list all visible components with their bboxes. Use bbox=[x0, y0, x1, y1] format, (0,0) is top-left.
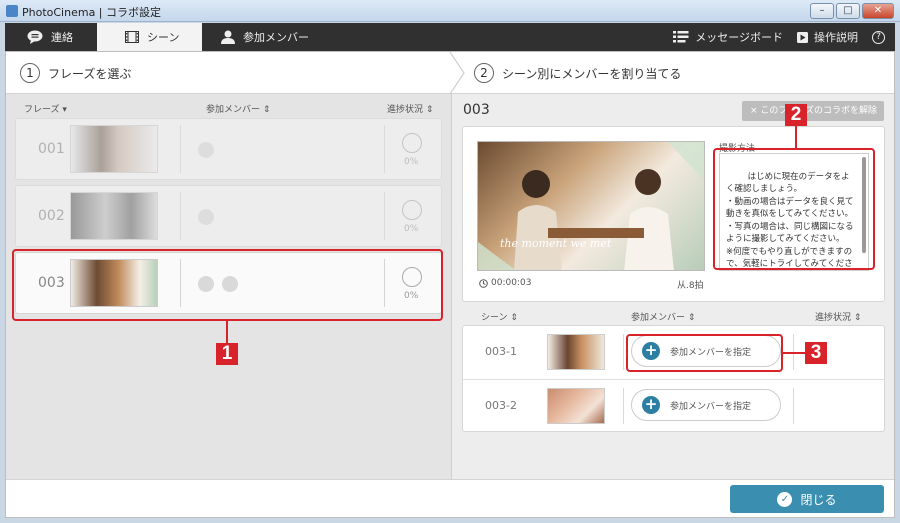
person-icon bbox=[221, 30, 235, 44]
phrase-column-header[interactable]: フレーズ ▾ bbox=[24, 102, 67, 115]
step-1-number: 1 bbox=[20, 63, 40, 83]
annotation-callout-3: 3 bbox=[805, 342, 827, 364]
step-1: 1 フレーズを選ぶ bbox=[20, 63, 131, 83]
members-column-header[interactable]: 参加メンバー ⇕ bbox=[206, 102, 270, 115]
play-icon bbox=[797, 31, 808, 43]
phrase-thumbnail bbox=[70, 125, 158, 173]
step-divider-chevron bbox=[449, 52, 465, 94]
row-divider bbox=[180, 125, 181, 173]
annotation-line-1 bbox=[226, 321, 228, 343]
progress-percent: 0% bbox=[404, 224, 419, 234]
window-title: PhotoCinema | コラボ設定 bbox=[22, 6, 162, 19]
tab-scene-label: シーン bbox=[147, 31, 180, 44]
assign-member-button[interactable]: + 参加メンバーを指定 bbox=[631, 389, 781, 421]
close-button-label: 閉じる bbox=[800, 492, 837, 507]
annotation-box-1 bbox=[12, 249, 443, 321]
row-divider bbox=[180, 192, 181, 240]
annotation-callout-1: 1 bbox=[216, 343, 238, 365]
shot-members-column-header[interactable]: 参加メンバー ⇕ bbox=[631, 310, 695, 323]
unlink-collab-button[interactable]: × このフレーズのコラボを解除 bbox=[742, 101, 884, 121]
phrase-number: 001 bbox=[38, 141, 65, 157]
row-divider bbox=[623, 388, 624, 424]
annotation-callout-2: 2 bbox=[785, 104, 807, 126]
nav-right-actions: メッセージボード 操作説明 ? bbox=[673, 23, 885, 51]
message-board-label: メッセージボード bbox=[695, 31, 783, 44]
row-divider bbox=[384, 192, 385, 240]
timecode-value: 00:00:03 bbox=[491, 278, 532, 288]
clock-icon bbox=[479, 278, 488, 288]
step-2: 2 シーン別にメンバーを割り当てる bbox=[474, 63, 681, 83]
step-1-label: フレーズを選ぶ bbox=[48, 66, 132, 81]
checkmark-icon: ✓ bbox=[777, 491, 793, 507]
message-board-button[interactable]: メッセージボード bbox=[673, 29, 783, 45]
step-2-label: シーン別にメンバーを割り当てる bbox=[502, 66, 682, 81]
row-divider bbox=[623, 334, 624, 370]
manual-button[interactable]: 操作説明 bbox=[797, 29, 858, 45]
top-navbar: 連絡 シーン 参加メンバー メッセージボード 操作説明 ? bbox=[5, 23, 895, 51]
tab-contact-label: 連絡 bbox=[51, 31, 73, 44]
phrase-row[interactable]: 002 0% bbox=[15, 185, 442, 247]
step-2-number: 2 bbox=[474, 63, 494, 83]
annotation-line-2 bbox=[795, 126, 797, 148]
app-icon bbox=[6, 5, 18, 17]
step-header: 1 フレーズを選ぶ 2 シーン別にメンバーを割り当てる bbox=[6, 52, 894, 94]
scene-column-header[interactable]: シーン ⇕ bbox=[481, 310, 518, 323]
film-icon bbox=[125, 31, 139, 43]
shot-thumbnail bbox=[547, 334, 605, 370]
list-icon bbox=[673, 31, 689, 43]
tab-scene[interactable]: シーン bbox=[97, 23, 202, 51]
progress-percent: 0% bbox=[404, 157, 419, 167]
row-divider bbox=[384, 125, 385, 173]
tab-members-label: 参加メンバー bbox=[243, 31, 309, 44]
progress-ring bbox=[402, 200, 422, 220]
video-preview[interactable]: the moment we met bbox=[477, 141, 705, 271]
shot-id: 003-1 bbox=[485, 345, 517, 358]
help-button[interactable]: ? bbox=[872, 30, 885, 44]
annotation-line-3 bbox=[783, 352, 805, 354]
couple-photo-icon bbox=[478, 142, 704, 270]
close-window-button[interactable]: ✕ bbox=[862, 3, 894, 19]
row-divider bbox=[793, 388, 794, 424]
shot-row[interactable]: 003-2 + 参加メンバーを指定 bbox=[463, 379, 884, 431]
annotation-box-3 bbox=[626, 334, 783, 372]
shot-id: 003-2 bbox=[485, 399, 517, 412]
phrase-thumbnail bbox=[70, 192, 158, 240]
footer-bar: ✓ 閉じる bbox=[6, 479, 894, 517]
help-icon: ? bbox=[872, 30, 885, 44]
tab-members[interactable]: 参加メンバー bbox=[221, 23, 331, 51]
progress-ring bbox=[402, 133, 422, 153]
manual-label: 操作説明 bbox=[814, 31, 858, 44]
assign-member-label: 参加メンバーを指定 bbox=[670, 401, 752, 412]
chat-bubble-icon bbox=[27, 30, 43, 44]
maximize-button[interactable]: □ bbox=[836, 3, 860, 19]
beat-count: 从.8拍 bbox=[677, 281, 704, 291]
window-controls: – □ ✕ bbox=[810, 3, 894, 19]
annotation-box-2 bbox=[713, 148, 875, 270]
member-avatar bbox=[198, 142, 214, 158]
timecode: 00:00:03 bbox=[479, 278, 531, 288]
progress-column-header[interactable]: 進捗状況 ⇕ bbox=[387, 102, 433, 115]
plus-icon: + bbox=[642, 396, 660, 414]
shot-thumbnail bbox=[547, 388, 605, 424]
phrase-number: 002 bbox=[38, 208, 65, 224]
close-button[interactable]: ✓ 閉じる bbox=[730, 485, 884, 513]
member-avatar bbox=[198, 209, 214, 225]
window-titlebar: PhotoCinema | コラボ設定 – □ ✕ bbox=[0, 0, 900, 22]
video-caption: the moment we met bbox=[500, 237, 612, 250]
minimize-button[interactable]: – bbox=[810, 3, 834, 19]
phrase-row[interactable]: 001 0% bbox=[15, 118, 442, 180]
shot-progress-column-header[interactable]: 進捗状況 ⇕ bbox=[815, 310, 861, 323]
scene-number: 003 bbox=[463, 102, 490, 118]
tab-contact[interactable]: 連絡 bbox=[5, 23, 97, 51]
